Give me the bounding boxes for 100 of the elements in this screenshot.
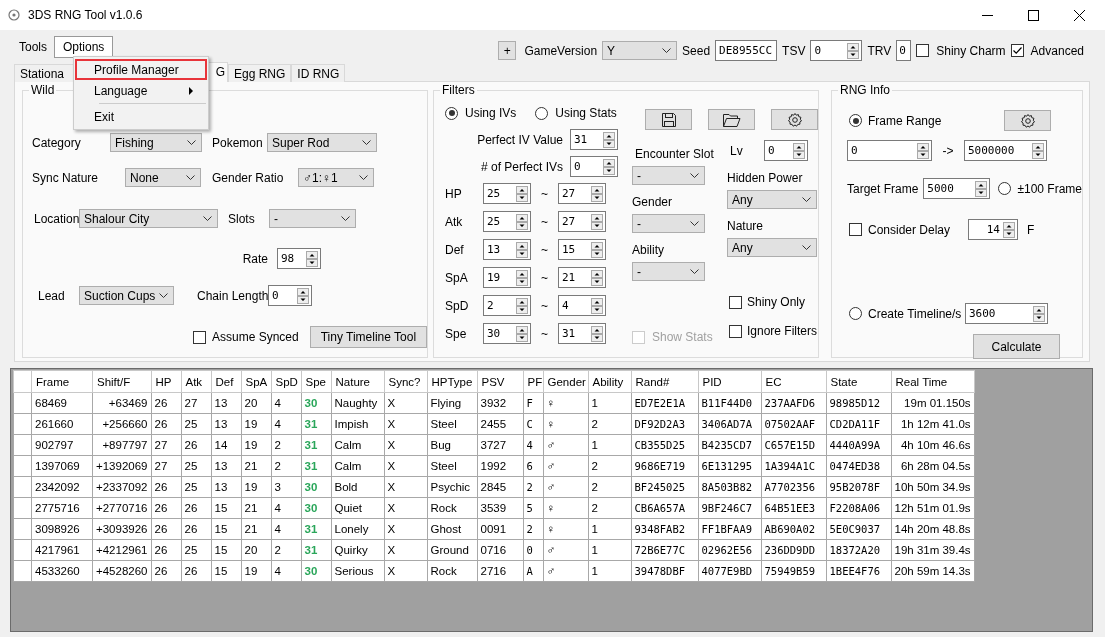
table-cell: 2 (271, 455, 301, 477)
table-cell: Ground (427, 539, 477, 561)
table-cell: 64B51EE3 (761, 497, 826, 519)
field-label: GameVersion (524, 43, 598, 58)
table-cell: Calm (331, 455, 384, 477)
table-cell: 2716 (477, 560, 523, 582)
table-cell: 6E131295 (698, 455, 761, 477)
range-separator: ~ (540, 186, 549, 201)
table-cell: 2 (271, 539, 301, 561)
table-cell: 1992 (477, 455, 523, 477)
table-cell: 3098926 (31, 518, 93, 540)
table-cell: Naughty (331, 392, 384, 414)
table-cell: 4 (271, 413, 301, 435)
table-cell: ♂ (543, 434, 588, 456)
table-cell: 9686E719 (631, 455, 698, 477)
table-cell: 2 (588, 476, 631, 498)
stat-label: Def (445, 242, 465, 257)
table-cell: Rock (427, 560, 477, 582)
table-cell: 13 (211, 455, 241, 477)
table-cell: 2845 (477, 476, 523, 498)
table-cell: 3 (271, 476, 301, 498)
table-cell: 31 (301, 434, 331, 456)
table-cell: 3539 (477, 497, 523, 519)
table-cell: 4217961 (31, 539, 93, 561)
table-cell: 26 (181, 560, 211, 582)
field-label: Target Frame (847, 181, 919, 196)
table-cell: 4 (271, 392, 301, 414)
table-cell: Quirky (331, 539, 384, 561)
field-label: TRV (867, 43, 892, 58)
table-cell: 31 (301, 455, 331, 477)
table-cell: 31 (301, 518, 331, 540)
table-cell: 26 (181, 434, 211, 456)
table-cell: 2455 (477, 413, 523, 435)
table-cell: 30 (301, 476, 331, 498)
table-cell: BF245025 (631, 476, 698, 498)
group-title: RNG Info (838, 83, 892, 97)
table-cell: 25 (181, 539, 211, 561)
table-cell: 1 (588, 539, 631, 561)
field-label: Ability (632, 243, 664, 257)
field-label: Nature (727, 219, 764, 233)
table-cell: 13 (211, 392, 241, 414)
table-cell: ♂ (543, 476, 588, 498)
table-cell: X (384, 434, 427, 456)
table-cell: ♀ (543, 413, 588, 435)
table-cell: 20 (241, 392, 271, 414)
field-label: Encounter Slot (635, 147, 714, 161)
table-cell: DF92D2A3 (631, 413, 698, 435)
table-cell: 2 (588, 455, 631, 477)
table-cell: Rock (427, 497, 477, 519)
table-cell: 26 (181, 518, 211, 540)
table-cell: B11F44D0 (698, 392, 761, 414)
table-cell: 4 (271, 560, 301, 582)
range-separator: ~ (540, 214, 549, 229)
table-cell: +2337092 (92, 476, 151, 498)
field-label: Pokemon (212, 135, 264, 150)
table-cell: 30 (301, 560, 331, 582)
table-cell: Calm (331, 434, 384, 456)
table-cell: 261660 (31, 413, 93, 435)
field-label: Lv (730, 143, 744, 158)
table-cell: 5E0C9037 (826, 518, 891, 540)
table-cell: 26 (151, 518, 181, 540)
table-cell: 39478DBF (631, 560, 698, 582)
table-cell: 18372A20 (826, 539, 891, 561)
table-cell: +1392069 (92, 455, 151, 477)
table-cell: 0091 (477, 518, 523, 540)
field-label: Perfect IV Value (477, 132, 563, 147)
table-cell: 19m 01.150s (891, 392, 975, 414)
table-cell: X (384, 455, 427, 477)
table-cell: 15 (211, 560, 241, 582)
field-label: # of Perfect IVs (480, 159, 563, 174)
range-separator: ~ (540, 326, 549, 341)
table-cell: AB690A02 (761, 518, 826, 540)
unit-label: F (1027, 222, 1035, 237)
table-cell: 4 (271, 497, 301, 519)
window-title: 3DS RNG Tool v1.0.6 (28, 8, 143, 22)
table-cell: +3093926 (92, 518, 151, 540)
table-cell: 10h 50m 34.9s (891, 476, 975, 498)
table-cell: Flying (427, 392, 477, 414)
table-cell: 12h 51m 01.9s (891, 497, 975, 519)
table-cell: 13 (211, 413, 241, 435)
table-cell: Steel (427, 413, 477, 435)
table-cell: 2 (271, 434, 301, 456)
table-cell: +63469 (92, 392, 151, 414)
table-cell: 4440A99A (826, 434, 891, 456)
table-cell: ♀ (543, 518, 588, 540)
table-cell: 4077E9BD (698, 560, 761, 582)
field-label: Location (34, 211, 79, 226)
stat-label: Spe (445, 326, 468, 341)
table-cell: 8A503B82 (698, 476, 761, 498)
table-cell: X (384, 413, 427, 435)
table-cell: 26 (181, 497, 211, 519)
table-cell: 236DD9DD (761, 539, 826, 561)
table-cell: 21 (241, 518, 271, 540)
table-cell: C (523, 413, 543, 435)
table-cell: 27 (151, 434, 181, 456)
table-cell: ♂ (543, 539, 588, 561)
table-cell: 26 (151, 497, 181, 519)
table-cell: +2770716 (92, 497, 151, 519)
table-cell: 31 (301, 413, 331, 435)
field-label: Gender Ratio (212, 170, 285, 185)
